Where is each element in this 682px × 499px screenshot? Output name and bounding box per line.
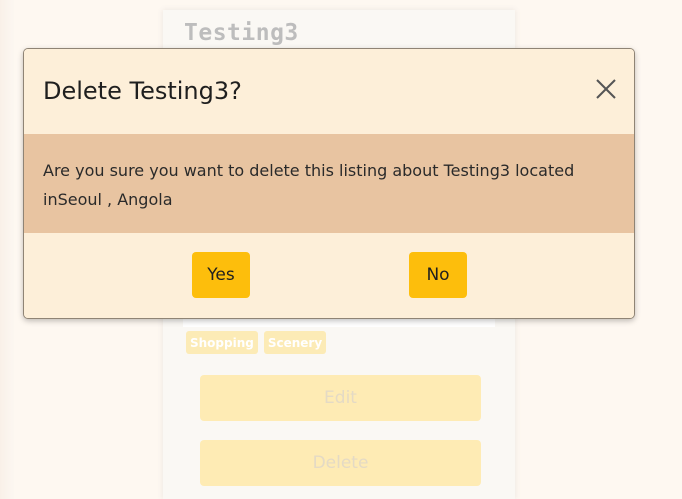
dialog-message: Are you sure you want to delete this lis… — [43, 161, 575, 209]
close-icon[interactable] — [594, 77, 618, 101]
dialog-body: Are you sure you want to delete this lis… — [24, 134, 634, 233]
yes-button[interactable]: Yes — [192, 252, 250, 298]
no-button[interactable]: No — [409, 252, 467, 298]
dialog-footer: Yes No — [24, 233, 634, 318]
dialog-title: Delete Testing3? — [43, 77, 242, 105]
delete-confirm-dialog: Delete Testing3? Are you sure you want t… — [23, 48, 635, 319]
dialog-header: Delete Testing3? — [24, 49, 634, 134]
